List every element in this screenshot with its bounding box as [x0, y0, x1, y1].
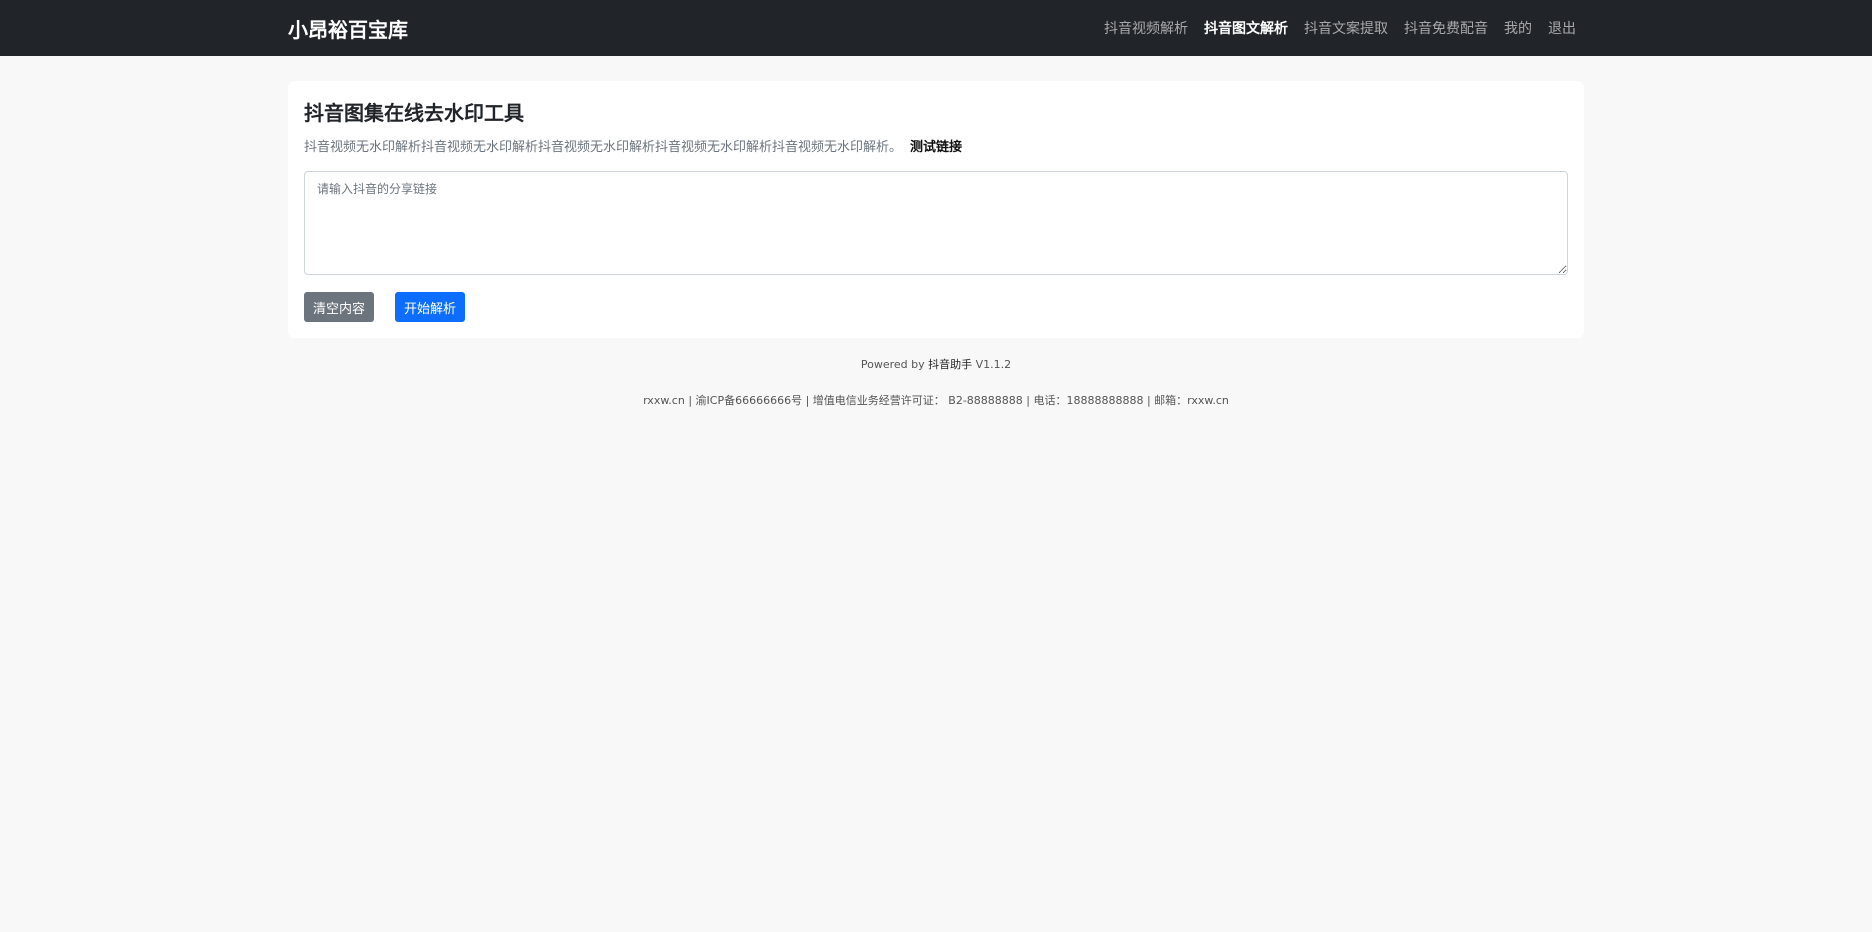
tool-description: 抖音视频无水印解析抖音视频无水印解析抖音视频无水印解析抖音视频无水印解析抖音视频… [304, 140, 903, 155]
nav-link-mine[interactable]: 我的 [1504, 18, 1532, 38]
tool-description-row: 抖音视频无水印解析抖音视频无水印解析抖音视频无水印解析抖音视频无水印解析抖音视频… [304, 136, 1568, 155]
nav-link-free-dubbing[interactable]: 抖音免费配音 [1404, 18, 1488, 38]
action-buttons: 清空内容 开始解析 [304, 292, 1568, 322]
nav-link-copy-extract[interactable]: 抖音文案提取 [1304, 18, 1388, 38]
nav-link-video-parse[interactable]: 抖音视频解析 [1104, 18, 1188, 38]
tool-card: 抖音图集在线去水印工具 抖音视频无水印解析抖音视频无水印解析抖音视频无水印解析抖… [288, 81, 1584, 338]
share-link-input[interactable] [304, 171, 1568, 275]
footer-info: rxxw.cn | 渝ICP备66666666号 | 增值电信业务经营许可证： … [643, 394, 1229, 407]
nav-link-image-parse[interactable]: 抖音图文解析 [1204, 18, 1288, 38]
powered-name: 抖音助手 [928, 358, 973, 371]
page-title: 抖音图集在线去水印工具 [304, 101, 524, 125]
main-container: 抖音图集在线去水印工具 抖音视频无水印解析抖音视频无水印解析抖音视频无水印解析抖… [288, 81, 1584, 408]
test-link[interactable]: 测试链接 [910, 136, 962, 155]
top-navbar: 小昂裕百宝库 抖音视频解析 抖音图文解析 抖音文案提取 抖音免费配音 我的 退出 [0, 0, 1872, 56]
version-label: V1.1.2 [975, 358, 1012, 371]
powered-prefix: Powered by [860, 358, 925, 371]
nav-links: 抖音视频解析 抖音图文解析 抖音文案提取 抖音免费配音 我的 退出 [1088, 18, 1576, 38]
nav-link-logout[interactable]: 退出 [1548, 18, 1576, 38]
footer-powered: Powered by 抖音助手 V1.1.2 [288, 356, 1584, 372]
clear-button[interactable]: 清空内容 [304, 292, 375, 322]
navbar-inner: 小昂裕百宝库 抖音视频解析 抖音图文解析 抖音文案提取 抖音免费配音 我的 退出 [288, 0, 1584, 56]
parse-button[interactable]: 开始解析 [395, 292, 466, 322]
brand-logo-link[interactable]: 小昂裕百宝库 [288, 14, 408, 43]
